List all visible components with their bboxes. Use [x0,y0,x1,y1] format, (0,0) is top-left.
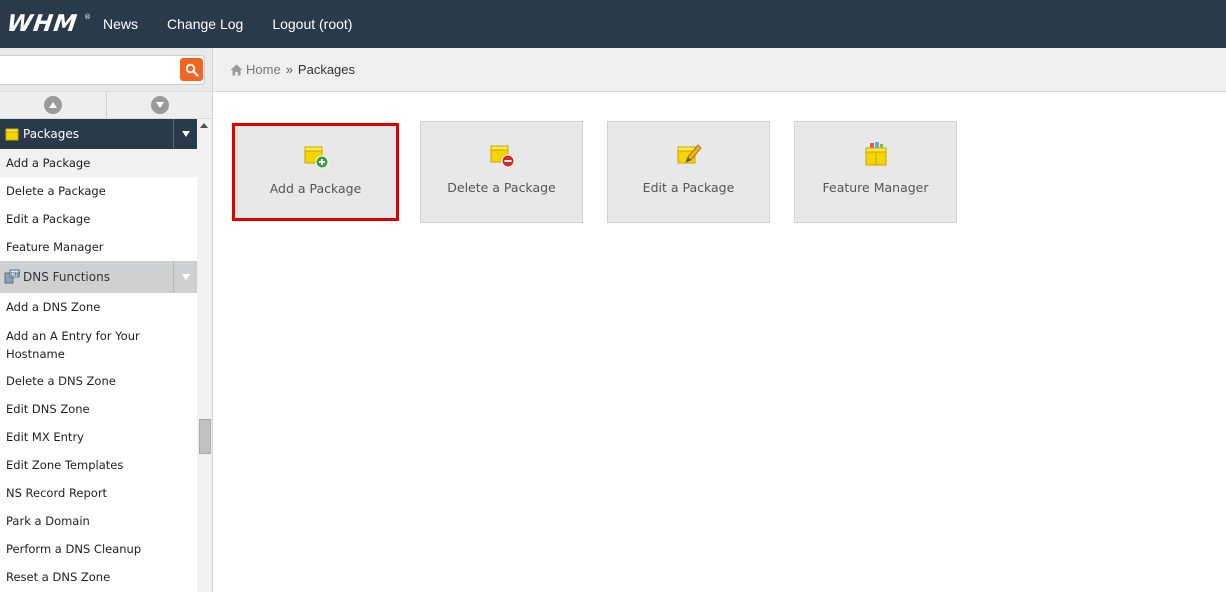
tile-add-a-package[interactable]: Add a Package [232,123,399,221]
nav-change-log-link[interactable]: Change Log [167,16,243,32]
sidebar-item-add-a-package[interactable]: Add a Package [0,149,197,177]
nav-news-link[interactable]: News [103,16,138,32]
search-icon [185,63,199,77]
category-toggle[interactable] [173,261,197,293]
sidebar-item-delete-a-package[interactable]: Delete a Package [0,177,197,205]
tile-label: Edit a Package [642,180,735,195]
sidebar-item-add-a-dns-zone[interactable]: Add a DNS Zone [0,293,197,321]
nav-logout-link[interactable]: Logout (root) [272,16,352,32]
category-label: DNS Functions [23,270,110,284]
tile-feature-manager[interactable]: Feature Manager [794,121,957,223]
collapse-all-button[interactable] [0,92,107,118]
tile-delete-a-package[interactable]: Delete a Package [420,121,583,223]
search-input[interactable] [0,55,205,85]
package-icon [5,128,19,141]
tile-label: Delete a Package [447,180,556,195]
tile-edit-a-package[interactable]: Edit a Package [607,121,770,223]
svg-text:DNS: DNS [11,272,20,278]
sidebar-item-perform-a-dns-cleanup[interactable]: Perform a DNS Cleanup [0,535,197,563]
sidebar-item-park-a-domain[interactable]: Park a Domain [0,507,197,535]
breadcrumb: Home » Packages [213,48,1226,92]
sidebar-item-edit-dns-zone[interactable]: Edit DNS Zone [0,395,197,423]
tile-label: Feature Manager [822,180,929,195]
sidebar: Packages Add a Package Delete a Package … [0,48,213,592]
scroll-up-arrow-icon[interactable] [200,123,208,128]
sidebar-item-ns-record-report[interactable]: NS Record Report [0,479,197,507]
sidebar-item-reset-a-dns-zone[interactable]: Reset a DNS Zone [0,563,197,591]
package-add-icon [304,146,328,169]
top-nav: News Change Log Logout (root) [103,0,381,48]
category-label: Packages [23,127,79,141]
sidebar-item-feature-manager[interactable]: Feature Manager [0,233,197,261]
breadcrumb-home-link[interactable]: Home [246,62,281,77]
package-delete-icon [490,145,514,168]
sidebar-item-edit-a-package[interactable]: Edit a Package [0,205,197,233]
feature-manager-icon [865,142,886,166]
expand-all-button[interactable] [107,92,212,118]
expand-collapse-bar [0,91,212,119]
caret-down-icon [181,274,190,280]
caret-down-icon [181,131,190,137]
arrow-down-icon [151,96,169,114]
sidebar-item-edit-zone-templates[interactable]: Edit Zone Templates [0,451,197,479]
sidebar-search [0,48,212,91]
logo-text: WHM [5,11,80,37]
logo-registered-mark: ® [84,13,91,21]
category-packages[interactable]: Packages [0,119,197,149]
arrow-up-icon [44,96,62,114]
sidebar-scrollbar[interactable] [197,119,212,592]
sidebar-item-delete-a-dns-zone[interactable]: Delete a DNS Zone [0,367,197,395]
sidebar-item-edit-mx-entry[interactable]: Edit MX Entry [0,423,197,451]
category-dns-functions[interactable]: DNS DNS Functions [0,261,197,293]
search-button[interactable] [180,58,203,81]
scroll-thumb[interactable] [199,419,211,454]
dns-icon: DNS [4,269,20,284]
sidebar-menu: Packages Add a Package Delete a Package … [0,119,197,591]
whm-logo[interactable]: WHM ® [5,11,91,37]
sidebar-item-add-an-a-entry[interactable]: Add an A Entry for Your Hostname [0,321,197,367]
home-icon[interactable] [230,64,243,76]
package-edit-icon [677,144,702,164]
tile-label: Add a Package [269,181,362,196]
breadcrumb-separator: » [285,62,293,77]
category-toggle[interactable] [173,119,197,149]
top-bar: WHM ® News Change Log Logout (root) [0,0,1226,48]
breadcrumb-current: Packages [297,62,356,77]
